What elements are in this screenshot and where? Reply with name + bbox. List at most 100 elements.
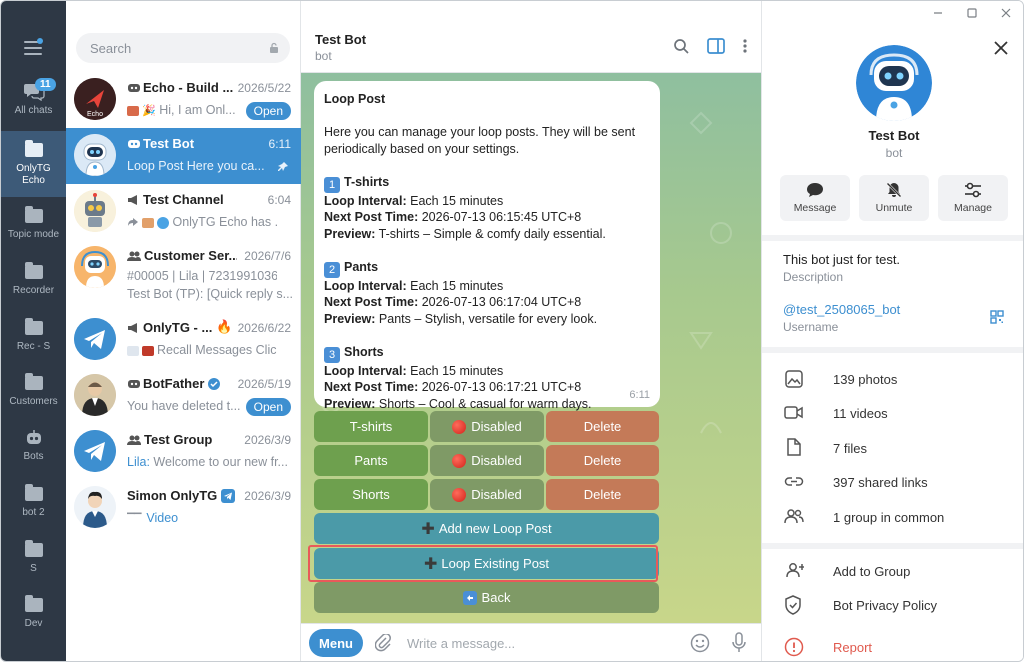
support-robot-icon xyxy=(74,246,116,288)
shield-check-icon xyxy=(785,595,801,615)
kb-item-tshirts[interactable]: T-shirts xyxy=(314,411,428,442)
more-vertical-icon[interactable] xyxy=(743,38,747,54)
maximize-button[interactable] xyxy=(955,1,989,25)
folder-label: Recorder xyxy=(12,285,55,296)
folder-icon xyxy=(24,373,43,390)
chat-item-botfather[interactable]: BotFather 2026/5/19 You have deleted t..… xyxy=(66,368,301,424)
minimize-button[interactable] xyxy=(921,1,955,25)
manage-action-button[interactable]: Manage xyxy=(938,175,1008,221)
open-button[interactable]: Open xyxy=(245,102,291,120)
close-window-button[interactable] xyxy=(989,1,1023,25)
folder-label: bot 2 xyxy=(22,507,45,518)
group-icon xyxy=(127,435,141,445)
profile-avatar[interactable] xyxy=(856,45,932,121)
forward-icon xyxy=(128,218,138,226)
chat-time: 2026/7/6 xyxy=(244,249,291,263)
chat-item-customer-service[interactable]: Customer Ser... 2026/7/6 #00005 | Lila |… xyxy=(66,240,301,310)
chat-item-simon-onlytg[interactable]: Simon OnlyTG 2026/3/9 ▔▔ Video xyxy=(66,480,301,536)
search-input[interactable]: Search xyxy=(76,33,290,63)
chat-title[interactable]: Test Bot xyxy=(315,32,366,47)
close-icon[interactable] xyxy=(994,41,1008,55)
kb-item-shorts[interactable]: Shorts xyxy=(314,479,428,510)
sidebar-toggle-icon[interactable] xyxy=(707,38,725,54)
microphone-icon[interactable] xyxy=(732,632,746,654)
bot-icon xyxy=(128,140,140,148)
folder-recorder[interactable]: Recorder xyxy=(1,262,66,309)
groups-in-common[interactable]: 1 group in common xyxy=(762,502,1023,532)
media-photos[interactable]: 139 photos xyxy=(762,364,1023,394)
username-link[interactable]: @test_2508065_bot xyxy=(783,302,900,317)
folder-s[interactable]: S xyxy=(1,540,66,587)
bot-icon xyxy=(128,380,140,388)
folder-all-chats[interactable]: All chats 11 xyxy=(1,78,66,129)
folder-label: Customers xyxy=(9,396,58,407)
kb-status-tshirts[interactable]: Disabled xyxy=(430,411,544,442)
back-arrow-icon xyxy=(462,590,477,605)
chat-item-test-channel[interactable]: Test Channel 6:04 OnlyTG Echo has ... xyxy=(66,184,301,240)
bot-icon xyxy=(128,84,140,92)
image-thumb-icon xyxy=(142,345,154,356)
attach-icon[interactable] xyxy=(375,634,391,652)
post-preview: Preview: T-shirts – Simple & comfy daily… xyxy=(324,226,606,241)
add-loop-post-button[interactable]: ✚ Add new Loop Post xyxy=(314,513,659,544)
avatar: Echo xyxy=(74,78,116,120)
chat-item-echo[interactable]: Echo Echo - Build ... 2026/5/22 🎉 Hi, I … xyxy=(66,72,301,128)
back-button[interactable]: Back xyxy=(314,582,659,613)
bio-label: Description xyxy=(783,270,844,284)
notification-dot xyxy=(37,38,43,44)
media-links[interactable]: 397 shared links xyxy=(762,467,1023,497)
red-circle-icon xyxy=(452,487,467,502)
chat-item-test-group[interactable]: Test Group 2026/3/9 Lila: Welcome to our… xyxy=(66,424,301,480)
message-action-button[interactable]: Message xyxy=(780,175,850,221)
media-videos[interactable]: 11 videos xyxy=(762,398,1023,428)
kb-status-shorts[interactable]: Disabled xyxy=(430,479,544,510)
folder-bots[interactable]: Bots xyxy=(1,429,66,473)
open-button[interactable]: Open xyxy=(245,398,291,416)
message-input[interactable]: Write a message... xyxy=(407,636,515,651)
emoji-icon[interactable] xyxy=(690,633,710,653)
profile-name: Test Bot xyxy=(868,128,920,143)
chat-time: 2026/5/22 xyxy=(237,81,291,95)
kb-delete-shorts[interactable]: Delete xyxy=(546,479,659,510)
avatar xyxy=(74,190,116,232)
folder-rec-s[interactable]: Rec - S xyxy=(1,318,66,365)
folder-topic-mode[interactable]: Topic mode xyxy=(1,206,66,253)
photo-icon xyxy=(785,370,803,388)
kb-item-pants[interactable]: Pants xyxy=(314,445,428,476)
telegram-icon xyxy=(74,430,116,472)
kb-delete-tshirts[interactable]: Delete xyxy=(546,411,659,442)
folder-customers[interactable]: Customers xyxy=(1,373,66,420)
privacy-policy-button[interactable]: Bot Privacy Policy xyxy=(762,590,1023,620)
folder-icon xyxy=(24,206,43,223)
unmute-action-button[interactable]: Unmute xyxy=(859,175,929,221)
folder-onlytg-echo[interactable]: OnlyTG Echo xyxy=(1,131,66,197)
kb-delete-pants[interactable]: Delete xyxy=(546,445,659,476)
chat-item-onlytg[interactable]: OnlyTG - ... 🔥 2026/6/22 Recall Messages… xyxy=(66,312,301,368)
chat-item-test-bot[interactable]: Test Bot 6:11 Loop Post Here you ca... xyxy=(66,128,301,184)
chat-preview: Loop Post Here you ca... xyxy=(127,159,265,173)
number-icon: 1 xyxy=(324,176,340,193)
folder-icon xyxy=(24,140,43,157)
kb-status-pants[interactable]: Disabled xyxy=(430,445,544,476)
chat-preview-line-2: Test Bot (TP): [Quick reply s... xyxy=(127,287,294,301)
minimize-icon xyxy=(934,12,942,14)
profile-actions: Add to Group Bot Privacy Policy Report xyxy=(762,549,1023,661)
media-files[interactable]: 7 files xyxy=(762,433,1023,463)
chat-name: OnlyTG - ... xyxy=(127,320,212,335)
post-interval: Loop Interval: Each 15 minutes xyxy=(324,278,504,293)
qr-code-icon[interactable] xyxy=(990,310,1004,324)
report-button[interactable]: Report xyxy=(762,632,1023,661)
folder-bot-2[interactable]: bot 2 xyxy=(1,484,66,531)
header-actions xyxy=(673,38,747,54)
link-icon xyxy=(784,477,804,486)
folder-dev[interactable]: Dev xyxy=(1,595,66,642)
chat-name: Test Bot xyxy=(127,136,194,151)
add-to-group-button[interactable]: Add to Group xyxy=(762,556,1023,586)
telegram-icon xyxy=(74,318,116,360)
bot-menu-button[interactable]: Menu xyxy=(309,629,363,657)
post-preview: Preview: Shorts – Cool & casual for warm… xyxy=(324,396,592,411)
folder-label: Topic mode xyxy=(7,229,60,240)
search-icon[interactable] xyxy=(673,38,689,54)
post-next-time: Next Post Time: 2026-07-13 06:17:04 UTC+… xyxy=(324,295,582,309)
folder-label: Bots xyxy=(23,451,44,462)
